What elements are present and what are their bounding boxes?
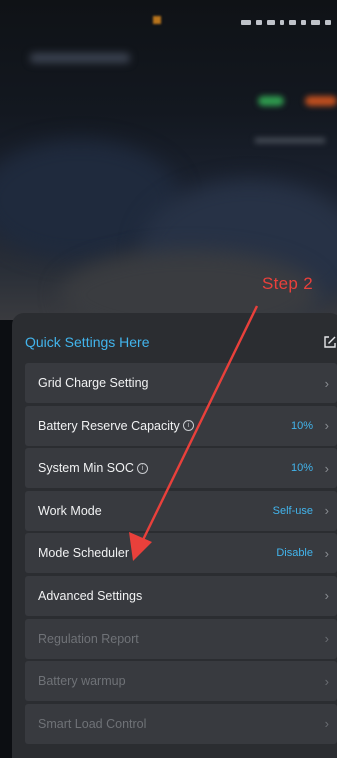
settings-row-label: System Min SOC: [38, 461, 134, 476]
chevron-right-icon: ›: [324, 418, 329, 434]
step-label: Step 2: [262, 274, 313, 293]
settings-row-label-wrap: Regulation Report: [38, 632, 139, 646]
settings-row-label-wrap: Battery Reserve Capacity i: [38, 419, 194, 433]
settings-row-label: Advanced Settings: [38, 588, 143, 603]
chevron-right-icon: ›: [324, 716, 329, 732]
settings-row-label-wrap: Advanced Settings: [38, 589, 142, 603]
settings-row-label: Regulation Report: [38, 631, 139, 646]
settings-row-label-wrap: Mode Scheduler: [38, 546, 129, 560]
settings-row-value: Disable: [276, 547, 313, 560]
info-icon[interactable]: i: [182, 420, 194, 432]
quick-settings-sheet: Quick Settings Here Grid Charge Setting ›…: [12, 313, 337, 758]
settings-row[interactable]: Advanced Settings ›: [25, 575, 337, 616]
settings-row-label-wrap: Work Mode: [38, 504, 102, 518]
settings-row[interactable]: Regulation Report ›: [25, 618, 337, 659]
notification-icon: [153, 16, 161, 24]
settings-row-label: Grid Charge Setting: [38, 376, 149, 390]
settings-row-label: Battery Reserve Capacity: [38, 418, 180, 433]
background-status-pill: [258, 96, 284, 106]
blurred-background: [0, 0, 337, 320]
settings-list: Grid Charge Setting › Battery Reserve Capa…: [25, 363, 337, 746]
chevron-right-icon: ›: [324, 460, 329, 476]
settings-row[interactable]: Grid Charge Setting ›: [25, 363, 337, 403]
chevron-right-icon: ›: [324, 673, 329, 689]
chevron-right-icon: ›: [324, 375, 329, 391]
background-status-pill: [305, 96, 337, 106]
settings-row[interactable]: Work Mode Self-use ›: [25, 490, 337, 531]
edit-icon[interactable]: [323, 335, 337, 349]
chevron-right-icon: ›: [324, 503, 329, 519]
settings-row[interactable]: Battery Reserve Capacity i 10% ›: [25, 405, 337, 446]
chevron-right-icon: ›: [324, 631, 329, 647]
settings-row[interactable]: Mode Scheduler Disable ›: [25, 533, 337, 574]
settings-row-label: Mode Scheduler: [38, 546, 130, 561]
settings-row-label-wrap: Smart Load Control: [38, 717, 146, 731]
settings-row-label-wrap: Grid Charge Setting: [38, 376, 148, 390]
settings-row-label-wrap: Battery warmup: [38, 674, 126, 688]
settings-row[interactable]: Smart Load Control ›: [25, 703, 337, 744]
sheet-title: Quick Settings Here: [25, 334, 150, 350]
settings-row-value: 10%: [290, 462, 313, 475]
settings-row[interactable]: Battery warmup ›: [25, 661, 337, 702]
settings-row-label: Work Mode: [38, 503, 102, 518]
settings-row-value: 10%: [290, 419, 313, 432]
settings-row-value: Self-use: [272, 504, 313, 517]
settings-row-label: Smart Load Control: [38, 716, 147, 731]
background-text: [255, 138, 325, 143]
status-bar-icons: [241, 20, 331, 25]
background-title: [30, 53, 130, 63]
settings-row-label: Battery warmup: [38, 674, 126, 689]
settings-row-label-wrap: System Min SOC i: [38, 461, 148, 475]
chevron-right-icon: ›: [324, 588, 329, 604]
info-icon[interactable]: i: [136, 462, 148, 474]
settings-row[interactable]: System Min SOC i 10% ›: [25, 448, 337, 489]
chevron-right-icon: ›: [324, 545, 329, 561]
